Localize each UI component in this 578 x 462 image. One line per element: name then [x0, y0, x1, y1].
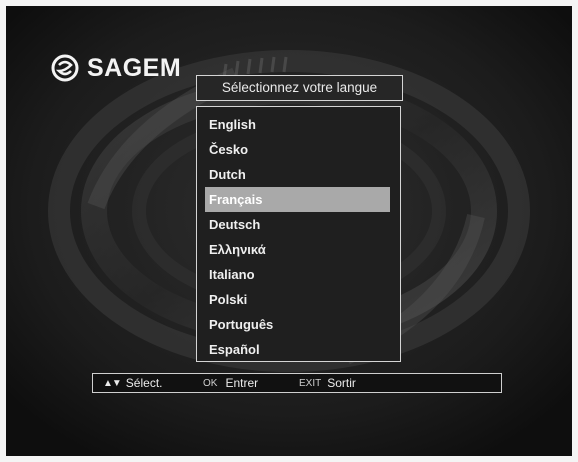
exit-key-label: EXIT: [299, 377, 322, 389]
language-option[interactable]: Dutch: [205, 162, 390, 187]
ok-hint-label: Entrer: [225, 376, 259, 390]
language-option[interactable]: English: [205, 112, 390, 137]
language-list: English Česko Dutch Français Deutsch Ελληνικά…: [196, 106, 401, 362]
exit-hint: EXIT Sortir: [299, 376, 356, 390]
footer-help-bar: ▲▼ Sélect. OK Entrer EXIT Sortir: [92, 373, 502, 393]
language-option[interactable]: Deutsch: [205, 212, 390, 237]
sagem-swirl-icon: [51, 54, 79, 82]
up-down-arrows-icon: ▲▼: [103, 377, 122, 389]
tv-screen: SAGEM Sélectionnez votre langue English Č…: [6, 6, 572, 456]
language-option[interactable]: Italiano: [205, 262, 390, 287]
select-hint-label: Sélect.: [125, 376, 163, 390]
brand-name: SAGEM: [87, 53, 182, 82]
select-hint: ▲▼ Sélect.: [93, 376, 203, 390]
sagem-logo: SAGEM: [50, 50, 181, 86]
exit-hint-label: Sortir: [327, 376, 356, 390]
ok-hint: OK Entrer: [203, 376, 299, 390]
language-option[interactable]: Česko: [205, 137, 390, 162]
language-option[interactable]: Français: [205, 187, 390, 212]
language-option[interactable]: Ελληνικά: [205, 237, 390, 262]
ok-key-label: OK: [203, 377, 218, 389]
language-option[interactable]: Português: [205, 312, 390, 337]
language-option[interactable]: Español: [205, 337, 390, 362]
menu-title: Sélectionnez votre langue: [196, 75, 403, 101]
language-option[interactable]: Polski: [205, 287, 390, 312]
